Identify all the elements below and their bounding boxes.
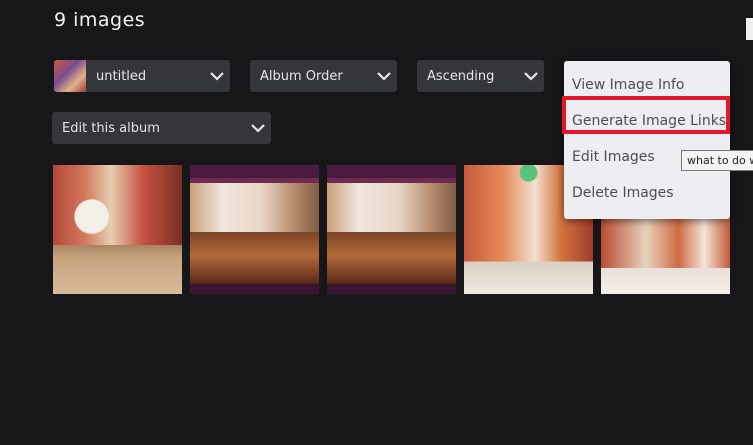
chevron-down-icon [371, 71, 397, 81]
image-actions-menu: View Image Info Generate Image Links Edi… [564, 61, 730, 219]
page-title: 9 images [54, 9, 146, 31]
image-thumbnail[interactable] [327, 165, 456, 294]
chevron-down-icon [245, 123, 271, 133]
edit-album-label: Edit this album [62, 120, 160, 136]
album-select[interactable]: untitled [54, 60, 230, 92]
scrollbar-fragment [746, 18, 753, 40]
image-thumbnail[interactable] [53, 165, 182, 294]
sort-order-select[interactable]: Album Order [250, 60, 397, 92]
highlight-box [562, 96, 730, 134]
menu-item-delete-images[interactable]: Delete Images [564, 175, 730, 211]
image-thumbnail[interactable] [190, 165, 319, 294]
sort-direction-label: Ascending [427, 68, 495, 84]
chevron-down-icon [518, 71, 544, 81]
album-select-label: untitled [96, 68, 147, 84]
edit-album-select[interactable]: Edit this album [52, 112, 271, 144]
chevron-down-icon [204, 71, 230, 81]
sort-order-label: Album Order [260, 68, 343, 84]
tooltip: what to do w [681, 150, 753, 171]
sort-direction-select[interactable]: Ascending [417, 60, 544, 92]
album-thumbnail [54, 60, 86, 92]
